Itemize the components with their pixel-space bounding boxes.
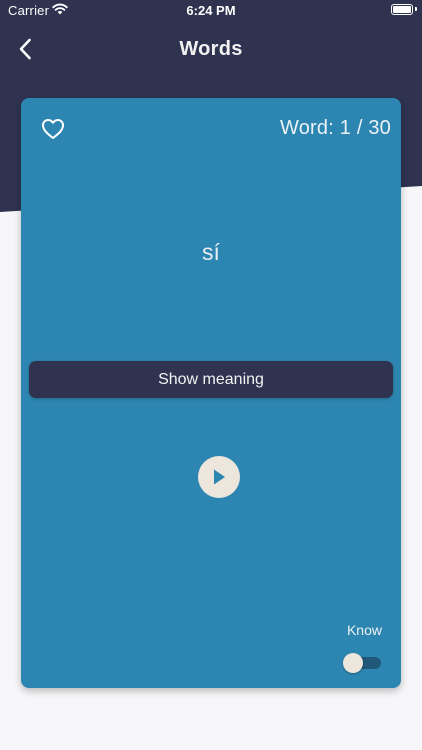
status-bar: Carrier 6:24 PM [0,0,422,22]
play-icon [214,469,225,485]
battery-icon [391,4,413,15]
flashcard: Word: 1 / 30 sí Show meaning Know [21,98,401,688]
toggle-thumb [343,653,363,673]
battery-cap [415,7,417,11]
show-meaning-button[interactable]: Show meaning [29,361,393,398]
play-audio-button[interactable] [198,456,240,498]
favorite-button[interactable] [39,116,67,142]
flashcard-word: sí [202,239,220,265]
status-time: 6:24 PM [186,3,236,18]
heart-outline-icon [42,119,64,139]
page-title: Words [179,38,243,60]
know-toggle[interactable] [343,653,381,673]
know-label: Know [346,622,382,638]
word-counter: Word: 1 / 30 [280,117,391,139]
